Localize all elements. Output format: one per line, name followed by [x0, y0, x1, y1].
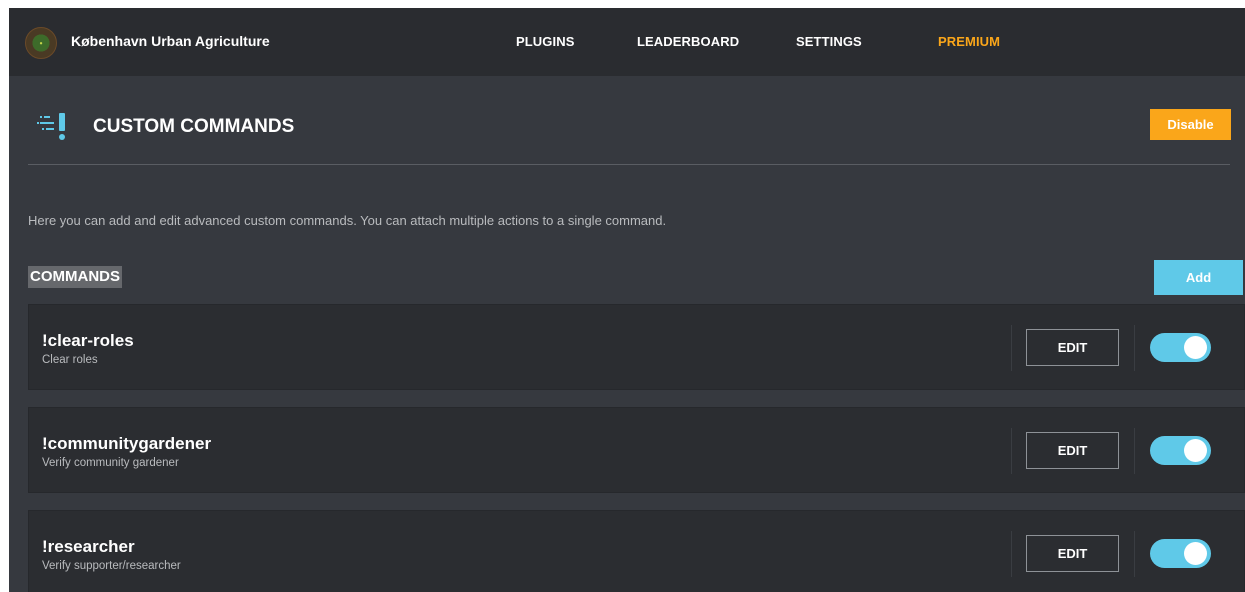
nav-premium[interactable]: PREMIUM	[938, 34, 1000, 49]
card-divider	[1011, 531, 1012, 577]
command-card: !communitygardener Verify community gard…	[28, 407, 1245, 493]
top-nav-bar: ● København Urban Agriculture PLUGINS LE…	[9, 8, 1245, 76]
command-enabled-toggle[interactable]	[1150, 539, 1211, 568]
command-name: !communitygardener	[42, 434, 212, 453]
custom-commands-icon	[37, 113, 65, 140]
toggle-knob	[1184, 439, 1207, 462]
card-divider	[1134, 428, 1135, 474]
nav-plugins[interactable]: PLUGINS	[516, 34, 574, 49]
nav-settings[interactable]: SETTINGS	[796, 34, 862, 49]
edit-command-button[interactable]: EDIT	[1026, 432, 1119, 469]
commands-section-title: COMMANDS	[28, 266, 122, 288]
command-enabled-toggle[interactable]	[1150, 436, 1211, 465]
server-name[interactable]: København Urban Agriculture	[71, 33, 270, 49]
card-divider	[1011, 325, 1012, 371]
card-divider	[1011, 428, 1012, 474]
command-name: !researcher	[42, 537, 135, 556]
card-divider	[1134, 325, 1135, 371]
edit-command-button[interactable]: EDIT	[1026, 535, 1119, 572]
page-description: Here you can add and edit advanced custo…	[28, 213, 667, 228]
toggle-knob	[1184, 542, 1207, 565]
add-command-button[interactable]: Add	[1154, 260, 1243, 295]
disable-button[interactable]: Disable	[1150, 109, 1231, 140]
edit-command-button[interactable]: EDIT	[1026, 329, 1119, 366]
command-card: !researcher Verify supporter/researcher …	[28, 510, 1245, 592]
command-card: !clear-roles Clear roles EDIT	[28, 304, 1245, 390]
command-description: Clear roles	[42, 354, 98, 366]
nav-leaderboard[interactable]: LEADERBOARD	[637, 34, 739, 49]
app-frame: ● København Urban Agriculture PLUGINS LE…	[9, 8, 1245, 592]
command-name: !clear-roles	[42, 331, 134, 350]
header-divider	[28, 164, 1230, 165]
command-description: Verify community gardener	[42, 457, 179, 469]
server-logo-icon[interactable]: ●	[25, 27, 57, 59]
command-description: Verify supporter/researcher	[42, 560, 181, 572]
toggle-knob	[1184, 336, 1207, 359]
page-title: CUSTOM COMMANDS	[93, 116, 295, 137]
command-enabled-toggle[interactable]	[1150, 333, 1211, 362]
card-divider	[1134, 531, 1135, 577]
